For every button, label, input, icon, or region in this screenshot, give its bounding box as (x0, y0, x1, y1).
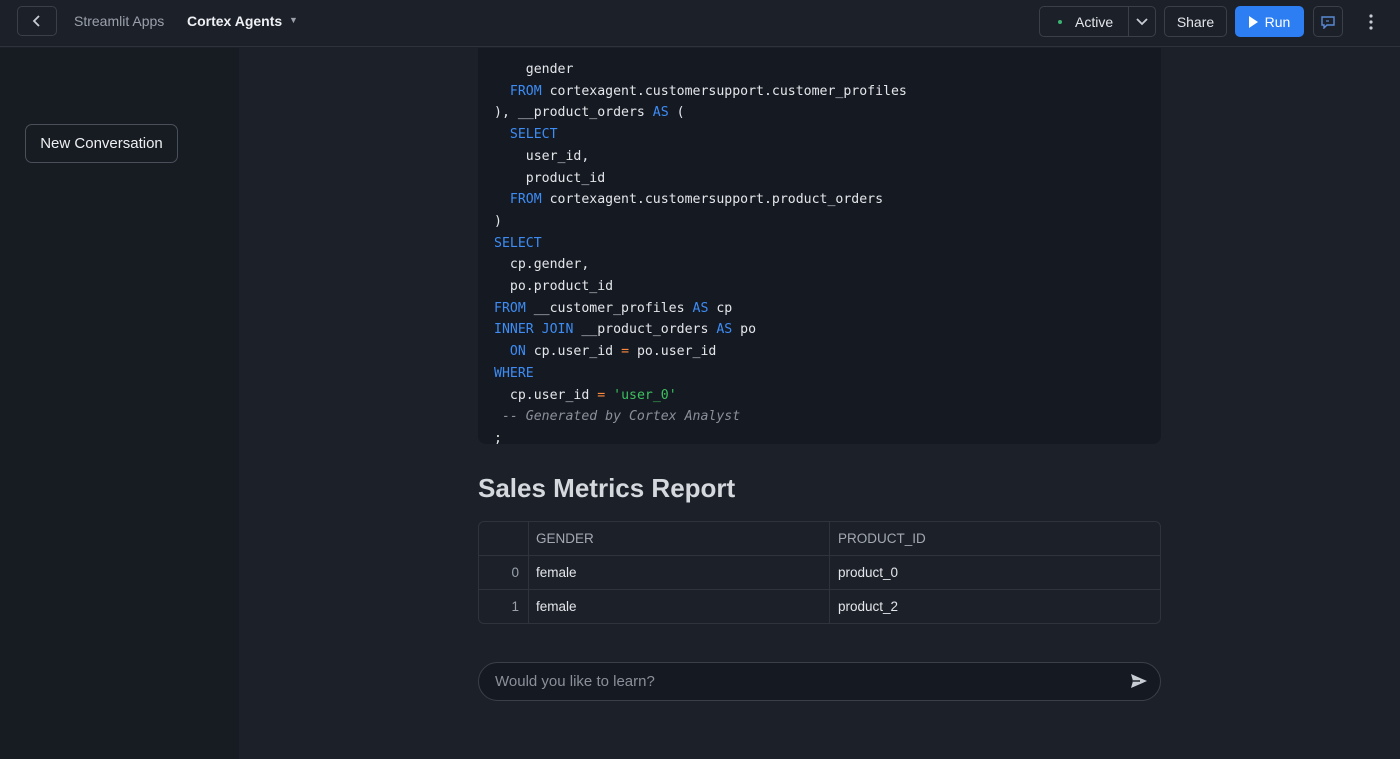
comment-icon (1321, 15, 1335, 29)
back-button[interactable] (17, 6, 57, 36)
new-conversation-button[interactable]: New Conversation (25, 124, 178, 163)
status-indicator[interactable]: Active (1040, 7, 1129, 36)
run-button[interactable]: Run (1235, 6, 1304, 37)
chevron-left-icon (32, 15, 40, 27)
table-cell[interactable]: female (529, 556, 830, 589)
row-index: 1 (479, 590, 529, 623)
comment-button[interactable] (1313, 6, 1343, 37)
sidebar: New Conversation (0, 48, 239, 759)
status-label: Active (1075, 13, 1114, 30)
send-icon[interactable] (1129, 671, 1149, 691)
chevron-down-icon[interactable] (1129, 7, 1155, 36)
main-content[interactable]: gender FROM cortexagent.customersupport.… (239, 48, 1400, 759)
share-button[interactable]: Share (1164, 6, 1227, 37)
run-label: Run (1264, 13, 1291, 30)
table-cell[interactable]: product_2 (830, 590, 1160, 623)
sql-code-block: gender FROM cortexagent.customersupport.… (478, 48, 1161, 446)
table-cell[interactable]: female (529, 590, 830, 623)
report-title: Sales Metrics Report (478, 473, 736, 503)
top-bar: Streamlit Apps Cortex Agents ▼ Active Sh… (0, 0, 1400, 47)
table-row: 1 female product_2 (479, 590, 1160, 623)
table-row: 0 female product_0 (479, 556, 1160, 590)
table-header-product-id[interactable]: PRODUCT_ID (830, 522, 1160, 555)
more-options-icon[interactable] (1360, 6, 1382, 37)
app-name[interactable]: Cortex Agents (187, 13, 282, 29)
row-index: 0 (479, 556, 529, 589)
chat-input-placeholder: Would you like to learn? (495, 673, 655, 690)
chat-input[interactable]: Would you like to learn? (478, 662, 1161, 701)
table-header-gender[interactable]: GENDER (529, 522, 830, 555)
status-dropdown[interactable]: Active (1039, 6, 1156, 37)
table-header-row: GENDER PRODUCT_ID (479, 522, 1160, 556)
breadcrumb-streamlit-apps[interactable]: Streamlit Apps (74, 13, 164, 29)
table-header-index (479, 522, 529, 555)
play-icon (1248, 15, 1258, 28)
table-cell[interactable]: product_0 (830, 556, 1160, 589)
sql-code: gender FROM cortexagent.customersupport.… (494, 62, 907, 446)
results-table[interactable]: GENDER PRODUCT_ID 0 female product_0 1 f… (478, 521, 1161, 624)
status-dot-icon (1058, 19, 1062, 24)
caret-down-icon[interactable]: ▼ (289, 15, 298, 25)
